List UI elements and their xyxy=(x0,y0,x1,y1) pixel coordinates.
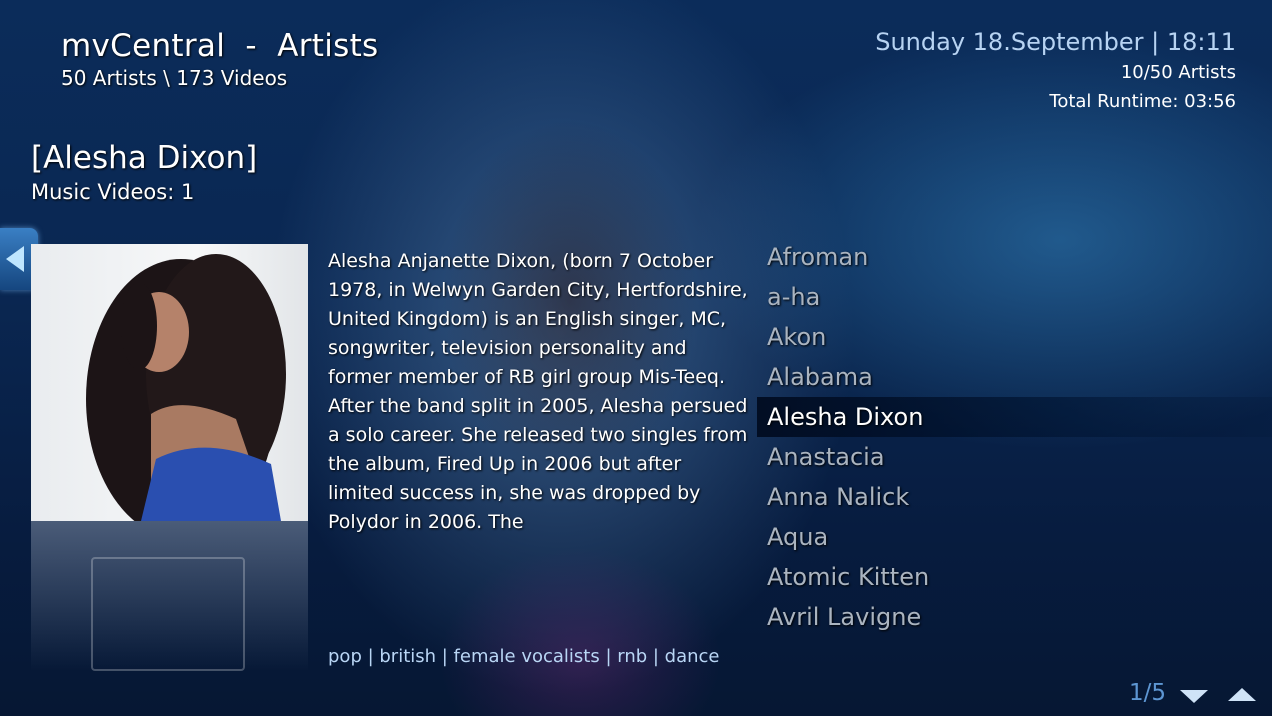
artist-position: 10/50 Artists xyxy=(1120,62,1236,83)
artist-list-item[interactable]: Akon xyxy=(757,317,1272,357)
artist-list-item[interactable]: Atomic Kitten xyxy=(757,557,1272,597)
music-video-count: Music Videos: 1 xyxy=(31,180,195,204)
artist-list[interactable]: Afroman a-ha Akon Alabama Alesha Dixon Anasta… xyxy=(757,237,1272,637)
page-title: mvCentral - Artists xyxy=(61,28,379,64)
chevron-up-icon[interactable] xyxy=(1228,687,1256,702)
artist-list-item[interactable]: Anna Nalick xyxy=(757,477,1272,517)
library-summary: 50 Artists \ 173 Videos xyxy=(61,66,288,90)
artist-list-item[interactable]: Alesha Dixon xyxy=(757,397,1272,437)
date-time: Sunday 18.September | 18:11 xyxy=(875,28,1236,56)
artist-list-item[interactable]: a-ha xyxy=(757,277,1272,317)
chevron-down-icon[interactable] xyxy=(1180,690,1208,704)
artist-list-item[interactable]: Aqua xyxy=(757,517,1272,557)
artist-list-item[interactable]: Alabama xyxy=(757,357,1272,397)
artist-genre-tags: pop | british | female vocalists | rnb |… xyxy=(328,646,720,667)
artist-list-item[interactable]: Anastacia xyxy=(757,437,1272,477)
artist-name: [Alesha Dixon] xyxy=(31,140,258,176)
artist-list-item[interactable]: Afroman xyxy=(757,237,1272,277)
artist-list-item[interactable]: Avril Lavigne xyxy=(757,597,1272,637)
total-runtime: Total Runtime: 03:56 xyxy=(1049,91,1236,112)
artist-thumbnail xyxy=(31,244,308,521)
left-arrow-icon xyxy=(6,246,24,272)
page-indicator: 1/5 xyxy=(1128,680,1166,706)
film-strip-icon xyxy=(91,557,245,671)
artist-biography: Alesha Anjanette Dixon, (born 7 October … xyxy=(328,250,748,533)
artist-thumbnail-reflection xyxy=(31,521,308,671)
